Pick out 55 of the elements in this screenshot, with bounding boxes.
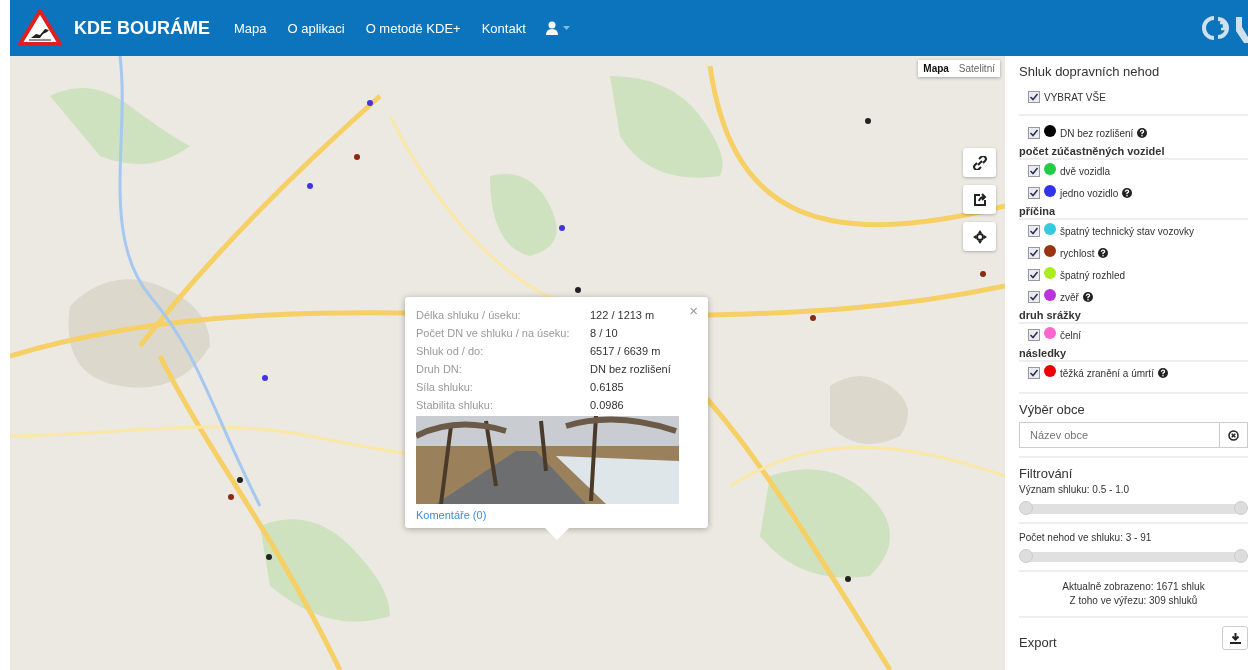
checkbox[interactable] [1028,291,1040,303]
section-heading: Filtrování [1019,466,1074,481]
help-icon[interactable] [1157,368,1168,378]
brand-title[interactable]: KDE BOURÁME [74,17,210,39]
legend-label: DN bez rozlišení [1060,127,1134,139]
nav-link[interactable]: O metodě KDE+ [355,20,471,36]
legend-label: zvěř [1060,291,1079,303]
legend-label: těžká zranění a úmrtí [1060,367,1154,379]
help-icon[interactable] [1122,188,1133,198]
group-heading: následky [1019,347,1248,362]
panel-title: Shluk dopravních nehod [1019,64,1161,79]
slider-thumb[interactable] [1019,549,1033,563]
legend-label: špatný rozhled [1060,269,1126,281]
help-icon[interactable] [1082,292,1093,302]
legend-label: rychlost [1060,247,1095,259]
checkbox[interactable] [1028,187,1040,199]
group-heading: druh srážky [1019,309,1248,324]
group-heading: počet zúčastněných vozidel [1019,145,1248,160]
checkbox[interactable] [1028,269,1040,281]
checkbox-label: VYBRAT VŠE [1044,91,1106,103]
section-heading: Export [1019,635,1057,650]
slider-label: Počet nehod ve shluku: 3 - 91 [1019,532,1153,543]
legend-label: špatný technický stav vozovky [1060,225,1194,237]
checkbox[interactable] [1028,127,1040,139]
legend-label: čelní [1060,329,1082,341]
nav-link[interactable]: O aplikaci [277,20,355,36]
stats-text: Aktualně zobrazeno: 1671 shluk [1061,580,1206,594]
stats-text: Z toho ve výřezu: 309 shluků [1068,594,1199,608]
checkbox[interactable] [1028,91,1040,103]
nav-link[interactable]: Mapa [224,20,277,36]
legend-label: jedno vozidlo [1060,187,1119,199]
export-button[interactable] [1222,626,1248,650]
nav-link[interactable]: Kontakt [471,20,536,36]
slider-thumb[interactable] [1234,501,1248,515]
checkbox[interactable] [1028,247,1040,259]
warning-sign-logo[interactable] [18,9,62,47]
group-heading: příčina [1019,205,1248,220]
download-icon [1229,632,1241,644]
legend-label: dvě vozidla [1060,165,1111,177]
section-heading: Výběr obce [1019,402,1086,417]
checkbox[interactable] [1028,225,1040,237]
help-icon[interactable] [1137,128,1148,138]
slider-label: Význam shluku: 0.5 - 1.0 [1019,484,1131,495]
municipality-field[interactable]: Název obce [1019,422,1220,448]
help-icon[interactable] [1098,248,1109,258]
checkbox[interactable] [1028,329,1040,341]
slider-thumb[interactable] [1019,501,1033,515]
user-menu[interactable] [544,21,570,35]
slider-thumb[interactable] [1234,549,1248,563]
checkbox[interactable] [1028,165,1040,177]
checkbox[interactable] [1028,367,1040,379]
user-icon [544,21,559,35]
clear-icon [1228,429,1239,441]
clear-button[interactable] [1220,422,1248,448]
caret-icon [562,26,570,30]
